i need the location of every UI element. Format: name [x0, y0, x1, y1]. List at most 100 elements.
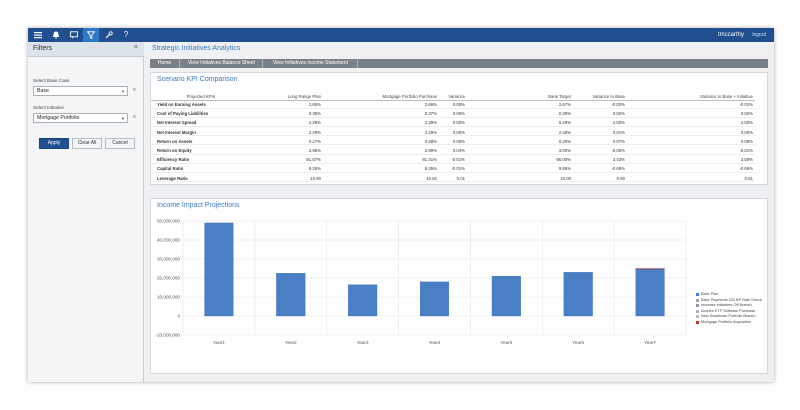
base-case-select[interactable]: Base ▼ — [33, 86, 128, 96]
initiative-menu-icon[interactable]: ≡ — [133, 114, 136, 120]
initiative-label: Select Initiative — [33, 105, 64, 110]
legend-swatch — [696, 309, 699, 313]
legend-swatch — [696, 304, 699, 307]
legend-label: Base Plan — [701, 292, 719, 296]
kpi-value-cell: 0.04% — [452, 148, 465, 153]
kpi-value-cell: 0.81 — [744, 175, 753, 181]
y-tick-label: 0 — [177, 314, 180, 319]
legend-swatch — [696, 320, 699, 324]
bar-year4-series-0 — [419, 281, 450, 317]
close-icon[interactable]: × — [134, 44, 138, 51]
y-tick-label: 30,000,000 — [157, 257, 180, 262]
bar-year6-series-0 — [563, 272, 593, 317]
kpi-value-cell: -0.05% — [611, 148, 625, 153]
y-tick-label: -10,000,000 — [155, 333, 180, 338]
kpi-name-cell: Yield on Earning Assets — [157, 102, 206, 107]
kpi-header-cell: Variance — [448, 94, 465, 99]
x-tick-label: Year2 — [285, 340, 297, 345]
table-row: Net Interest Spread 2.29% 2.29% 0.00% 0.29% 2… — [151, 119, 755, 127]
kpi-header-cell: Variance to Base + Initiative — [699, 94, 753, 99]
wrench-icon[interactable] — [101, 28, 117, 42]
username[interactable]: tmccarthy — [718, 28, 744, 42]
tab-home[interactable]: Home — [150, 59, 180, 68]
kpi-value-cell: 2.29% — [308, 129, 321, 135]
kpi-value-cell: 0.20% — [558, 138, 571, 144]
x-tick-label: Year1 — [213, 340, 225, 345]
kpi-value-cell: 0.01 — [456, 175, 465, 181]
y-tick-label: 10,000,000 — [157, 295, 180, 300]
table-row: Yield on Earning Assets 2.65% 2.66% 0.00% 2.… — [151, 101, 755, 109]
chevron-down-icon: ▼ — [121, 116, 125, 121]
kpi-value-cell: 0.00% — [452, 120, 465, 126]
top-toolbar: ? tmccarthy logout — [28, 28, 774, 42]
table-row: Net Interest Margin 2.29% 2.29% 0.00% 2.28% 0… — [151, 129, 755, 137]
tab-balance-sheet[interactable]: View Initiatives Balance Sheet — [181, 59, 263, 68]
app-window: ? tmccarthy logout Filters × Select Base… — [28, 28, 774, 382]
bell-icon[interactable] — [48, 28, 64, 42]
kpi-value-cell: 2.67% — [558, 102, 571, 107]
table-row: Cost of Paying Liabilities 0.36% 0.37% 0.00… — [151, 110, 755, 118]
kpi-value-cell: 0.07% — [612, 138, 625, 144]
kpi-header-cell: Projected KPIs — [186, 94, 215, 99]
kpi-title: Scenario KPI Comparison — [157, 76, 238, 83]
kpi-value-cell: 2.65% — [308, 102, 321, 107]
kpi-value-cell: 0.80 — [616, 175, 625, 181]
kpi-value-cell: 2.28% — [558, 129, 571, 135]
filters-header: Filters × — [28, 42, 144, 57]
filter-icon[interactable] — [83, 28, 99, 42]
kpi-value-cell: 10.00 — [560, 175, 571, 181]
cancel-button[interactable]: Cancel — [105, 138, 135, 149]
initiative-select[interactable]: Mortgage Portfolio ▼ — [33, 113, 128, 123]
legend-swatch — [696, 293, 699, 296]
kpi-value-cell: 0.00% — [452, 111, 465, 117]
kpi-value-cell: 9.95% — [558, 166, 571, 172]
kpi-value-cell: 3.00% — [558, 148, 571, 153]
kpi-value-cell: 0.02% — [740, 111, 753, 117]
table-row: Return on Equity 2.95% 2.99% 0.04% 3.00% -0.0… — [151, 147, 755, 155]
table-row: Return on Assets 0.27% 0.28% 0.00% 0.20% 0.07… — [151, 138, 755, 146]
x-tick-label: Year7 — [644, 340, 656, 345]
menu-icon[interactable] — [30, 28, 46, 42]
apply-button[interactable]: Apply — [39, 138, 69, 149]
x-tick-label: Year6 — [572, 340, 584, 345]
chart-panel: Income Impact Projections 50,000,000 40,0… — [150, 198, 768, 374]
legend-label: Acquire ETF Software Purchase — [701, 308, 756, 313]
chevron-down-icon: ▼ — [121, 89, 125, 94]
filters-title: Filters — [33, 45, 53, 52]
bar-year7-series-0 — [635, 269, 665, 317]
y-tick-label: 40,000,000 — [157, 238, 180, 243]
kpi-value-cell: 3.59% — [740, 157, 753, 163]
kpi-value-cell: 81.57% — [306, 157, 321, 163]
chat-icon[interactable] — [66, 28, 82, 42]
bar-year5-series-0 — [491, 275, 521, 317]
legend-swatch — [696, 315, 699, 318]
kpi-value-cell: 0.29% — [558, 120, 571, 126]
y-tick-label: 50,000,000 — [157, 219, 180, 224]
kpi-value-cell: 2.29% — [308, 120, 321, 126]
kpi-value-cell: 0.36% — [308, 111, 321, 117]
kpi-value-cell: -0.01% — [451, 166, 465, 172]
logout-link[interactable]: logout — [752, 28, 766, 42]
chart-title: Income Impact Projections — [157, 202, 240, 209]
kpi-value-cell: 2.00% — [740, 120, 753, 126]
kpi-header-cell: Long Range Plan — [287, 94, 321, 99]
base-case-menu-icon[interactable]: ≡ — [133, 87, 136, 93]
kpi-value-cell: 0.00% — [452, 138, 465, 144]
kpi-name-cell: Net Interest Spread — [157, 120, 197, 126]
page-title: Strategic Initiatives Analytics — [152, 45, 241, 52]
legend-label: Increase Initiatives Off Branch — [701, 303, 752, 307]
income-chart: 50,000,000 40,000,000 30,000,000 20,000,000… — [155, 219, 687, 345]
kpi-header-row: Projected KPIs Long Range Plan Mortgage Po… — [151, 93, 755, 101]
initiative-value: Mortgage Portfolio — [37, 115, 80, 121]
kpi-value-cell: 10.80 — [310, 175, 321, 181]
help-icon[interactable]: ? — [118, 28, 134, 42]
kpi-name-cell: Return on Equity — [157, 148, 192, 153]
clear-all-button[interactable]: Clear All — [72, 138, 102, 149]
legend-label: Mortgage Portfolio Acquisition — [701, 319, 752, 324]
kpi-value-cell: -0.69% — [611, 166, 625, 172]
tab-income-statement[interactable]: View Initiatives Income Statement — [264, 59, 358, 68]
base-case-label: Select Base Case — [33, 78, 70, 83]
kpi-value-cell: 0.00% — [452, 129, 465, 135]
kpi-value-cell: 0.02% — [612, 111, 625, 117]
filters-sidebar: Filters × Select Base Case Base ▼ ≡ Sele… — [28, 42, 144, 382]
